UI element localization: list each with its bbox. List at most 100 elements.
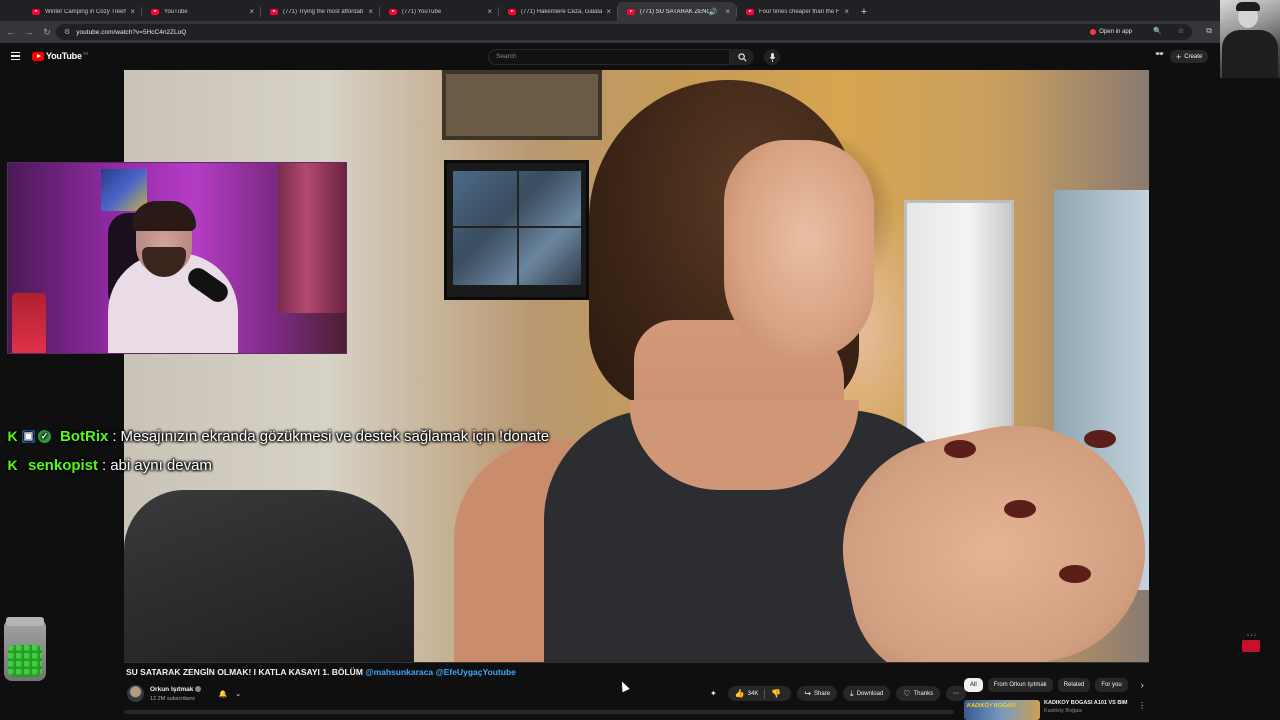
thanks-icon: ♡	[903, 689, 911, 698]
tab-title: (771) Hakemlere Ceza, Galatasa	[521, 8, 603, 15]
dislike-icon[interactable]: 👎	[771, 689, 781, 698]
jar-lid	[6, 617, 44, 626]
wall-poster	[101, 169, 147, 211]
browser-tab[interactable]: YouTube ×	[141, 2, 260, 21]
notification-bell-button[interactable]: 🔔 ⌄	[215, 687, 245, 701]
youtube-app-icon	[1090, 29, 1097, 35]
open-in-app-button[interactable]: Open in app	[1090, 27, 1132, 37]
browser-tab-active[interactable]: (771) SU SATARAK ZENGİN 🔊 ×	[617, 2, 736, 21]
chat-username: senkopist	[28, 457, 99, 474]
youtube-favicon-icon	[508, 8, 516, 15]
create-button[interactable]: + Create	[1170, 50, 1209, 63]
fingernail	[1084, 430, 1116, 448]
share-icon: ↪	[804, 689, 812, 698]
kick-icon: K	[7, 457, 18, 473]
screen: Winter Camping in Cozy Treeho × YouTube …	[0, 0, 1280, 720]
recommended-thumbnail[interactable]: KADIKÖY BOĞASI	[964, 700, 1040, 720]
kick-icon: K	[7, 428, 18, 444]
hype-icon: ✦	[710, 689, 717, 698]
more-vertical-icon[interactable]: ⋮	[1138, 701, 1146, 710]
hype-button[interactable]: ✦	[708, 686, 722, 701]
like-count[interactable]: 34K	[748, 691, 759, 697]
channel-avatar[interactable]	[127, 685, 144, 702]
video-player[interactable]	[124, 70, 1149, 662]
close-tab-icon[interactable]: ×	[130, 7, 135, 16]
overlay-badge: ↓↓↓	[1242, 632, 1262, 654]
youtube-logo[interactable]: YouTube TR	[32, 51, 88, 61]
reload-icon[interactable]: ↻	[40, 27, 54, 38]
chip-related[interactable]: Related	[1057, 677, 1091, 692]
drink-bottle	[12, 293, 46, 353]
tab-title: YouTube	[164, 8, 188, 15]
close-tab-icon[interactable]: ×	[606, 7, 611, 16]
share-button[interactable]: ↪ Share	[797, 686, 838, 701]
corner-portrait-image	[1220, 0, 1280, 78]
video-progress-bar[interactable]	[124, 662, 1149, 663]
plus-icon: +	[1176, 51, 1182, 62]
close-tab-icon[interactable]: ×	[249, 7, 254, 16]
voice-search-button[interactable]	[764, 49, 780, 65]
search-input[interactable]: Search	[488, 49, 730, 65]
tab-title: (771) Trying the most affordab	[283, 8, 364, 15]
recommended-info[interactable]: KADIKÖY BOĞASI A101 VS BİM Kadıköy Boğas…	[1044, 700, 1140, 720]
tab-title: (771) SU SATARAK ZENGİN	[640, 8, 709, 15]
channel-name[interactable]: Orkun Işıtmak	[150, 686, 193, 693]
fingernail	[944, 440, 976, 458]
chevron-down-icon: ⌄	[235, 691, 242, 698]
chip-all[interactable]: All	[964, 677, 983, 692]
more-horizontal-icon: ⋯	[953, 691, 960, 697]
speaker-icon[interactable]: 🔊	[709, 8, 718, 16]
streamer-hair	[132, 201, 196, 231]
like-divider	[764, 688, 766, 699]
portrait-hat	[1236, 2, 1260, 11]
donation-jar-widget	[4, 617, 46, 681]
chat-overlay: K ▣ ✓ BotRix : Mesajınızın ekranda gözük…	[6, 424, 606, 478]
forward-icon[interactable]: →	[22, 27, 36, 37]
tab-title: (771) YouTube	[402, 8, 442, 15]
open-in-app-label: Open in app	[1099, 29, 1132, 35]
browser-tab[interactable]: Winter Camping in Cozy Treeho ×	[22, 2, 141, 21]
new-tab-button[interactable]: +	[855, 2, 873, 21]
search-icon	[737, 52, 746, 61]
recommended-title[interactable]: KADIKÖY BOĞASI A101 VS BİM	[1044, 700, 1127, 706]
microphone-icon	[769, 52, 775, 62]
site-info-icon[interactable]: ⚙	[64, 28, 70, 36]
recommended-video[interactable]: KADIKÖY BOĞASI KADIKÖY BOĞASI A101 VS Bİ…	[964, 700, 1146, 720]
chip-from-channel[interactable]: From Orkun Işıtmak	[987, 677, 1053, 692]
close-tab-icon[interactable]: ×	[368, 7, 373, 16]
youtube-favicon-icon	[270, 8, 278, 15]
chat-separator: :	[102, 457, 107, 474]
youtube-favicon-icon	[151, 8, 159, 15]
chat-text: abi aynı devam	[110, 457, 212, 474]
menu-icon[interactable]	[11, 52, 20, 60]
close-tab-icon[interactable]: ×	[844, 7, 849, 16]
zoom-icon[interactable]: 🔍	[1153, 27, 1162, 35]
incognito-icon[interactable]: 🕶	[1155, 50, 1164, 58]
recommendation-chips: All From Orkun Işıtmak Related For you ›	[964, 677, 1144, 692]
like-icon[interactable]: 👍	[735, 689, 745, 698]
download-button[interactable]: ⤓ Download	[843, 686, 891, 701]
back-icon[interactable]: ←	[4, 27, 18, 37]
thanks-button[interactable]: ♡ Thanks	[896, 686, 941, 701]
download-icon: ⤓	[850, 688, 854, 698]
close-tab-icon[interactable]: ×	[725, 7, 730, 16]
browser-tab[interactable]: Four times cheaper than the F ×	[736, 2, 855, 21]
address-bar[interactable]: ⚙ youtube.com/watch?v=5HcC4n2ZLoQ Open i…	[56, 24, 1192, 40]
extensions-icon[interactable]: ⧉	[1206, 26, 1212, 36]
youtube-header: YouTube TR Search 🕶 + Create	[0, 43, 1220, 70]
chip-for-you[interactable]: For you	[1095, 677, 1128, 692]
chevron-right-icon[interactable]: ›	[1141, 680, 1144, 690]
close-tab-icon[interactable]: ×	[487, 7, 492, 16]
search-button[interactable]	[730, 49, 754, 65]
channel-name-row[interactable]: Orkun Işıtmak	[150, 686, 202, 693]
browser-tab[interactable]: (771) YouTube ×	[379, 2, 498, 21]
video-title-mentions[interactable]: @mahsunkaraca @EfeUygaçYoutube	[365, 667, 516, 677]
recommended-channel: Kadıköy Boğası	[1044, 708, 1083, 714]
chat-username: BotRix	[60, 428, 109, 445]
browser-tab[interactable]: (771) Trying the most affordab ×	[260, 2, 379, 21]
bookmark-star-icon[interactable]: ☆	[1178, 27, 1184, 35]
subscriber-count: 12.2M subscribers	[150, 696, 195, 702]
woman-face	[724, 140, 874, 360]
streamer-webcam	[7, 162, 347, 354]
browser-tab[interactable]: (771) Hakemlere Ceza, Galatasa ×	[498, 2, 617, 21]
